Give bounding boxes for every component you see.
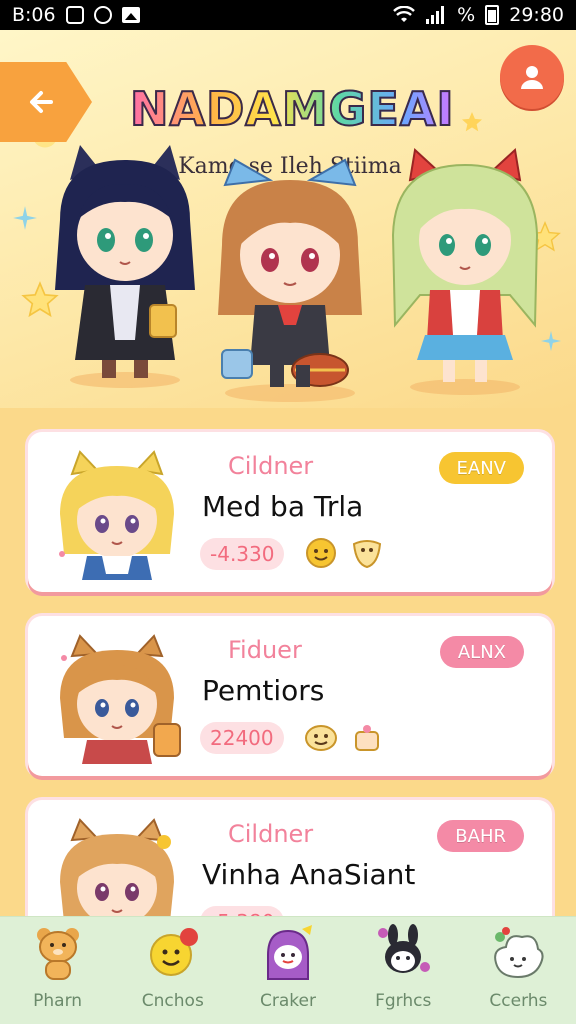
cloud-sprite-icon (494, 927, 544, 979)
card-avatar-brown (60, 634, 181, 764)
status-left: B:06 (12, 4, 140, 26)
cake-charm-icon (355, 725, 379, 751)
character-brown-hair-illustration (218, 158, 362, 402)
nav-label: Fgrhcs (375, 991, 432, 1011)
user-icon (521, 66, 543, 89)
sync-notification-icon (93, 6, 112, 24)
character-card[interactable]: Fiduer Pemtiors ALNX 22400 (28, 616, 552, 776)
nav-label: Craker (260, 991, 316, 1011)
card-badge[interactable]: BAHR (437, 820, 524, 852)
card-name: Pemtiors (202, 674, 325, 707)
nav-label: Ccerhs (489, 991, 548, 1011)
nav-item-ccerhs[interactable]: Ccerhs (461, 917, 576, 1024)
battery-percent: % (457, 4, 476, 26)
star-icon (462, 112, 482, 132)
back-arrow-icon (30, 91, 53, 113)
cookie-charm-icon (352, 540, 382, 569)
status-right: % 29:80 (393, 4, 564, 26)
card-badge[interactable]: ALNX (439, 636, 524, 668)
character-card[interactable]: Cildner Med ba Trla EANV -4.330 (28, 432, 552, 592)
nav-label: Cnchos (141, 991, 204, 1011)
status-bar: B:06 % 29:80 (0, 0, 576, 30)
hero-banner: NADAMGEAI Kame se Ileh Stiima (0, 30, 576, 408)
status-time: 29:80 (509, 4, 564, 26)
card-badge[interactable]: EANV (438, 452, 524, 484)
card-score: 22400 (200, 722, 284, 754)
nav-item-pharn[interactable]: Pharn (0, 917, 115, 1024)
signal-icon (426, 6, 445, 24)
character-green-hair-illustration (391, 148, 539, 395)
bear-icon (36, 928, 79, 980)
app-notification-icon (65, 6, 84, 24)
wifi-icon (393, 6, 416, 22)
status-clock-left: B:06 (12, 4, 56, 26)
character-dark-hair-illustration (55, 145, 195, 388)
card-label: Cildner (228, 452, 314, 480)
card-score: -4.330 (200, 538, 285, 570)
nav-item-craker[interactable]: Craker (230, 917, 345, 1024)
smile-charm-icon (305, 725, 337, 751)
image-notification-icon (121, 7, 140, 23)
nav-item-fgrhcs[interactable]: Fgrhcs (346, 917, 461, 1024)
profile-button[interactable] (500, 45, 564, 109)
nav-label: Pharn (33, 991, 83, 1011)
sparkle-icon (13, 206, 37, 230)
purple-ghost-icon (267, 925, 312, 980)
bunny-icon (378, 924, 431, 973)
card-label: Cildner (228, 820, 314, 848)
card-name: Vinha AnaSiant (202, 858, 416, 891)
card-label: Fiduer (228, 636, 302, 664)
sun-face-icon (149, 928, 198, 976)
nav-item-cnchos[interactable]: Cnchos (115, 917, 230, 1024)
battery-icon (485, 5, 500, 25)
back-button[interactable] (0, 62, 92, 142)
card-avatar-blonde (59, 450, 174, 580)
card-name: Med ba Trla (202, 490, 364, 523)
bottom-navigation: Pharn Cnchos Craker Fgrhcs Ccerhs (0, 916, 576, 1024)
app-title: NADAMGEAI (129, 81, 455, 137)
smile-charm-icon (306, 538, 336, 568)
